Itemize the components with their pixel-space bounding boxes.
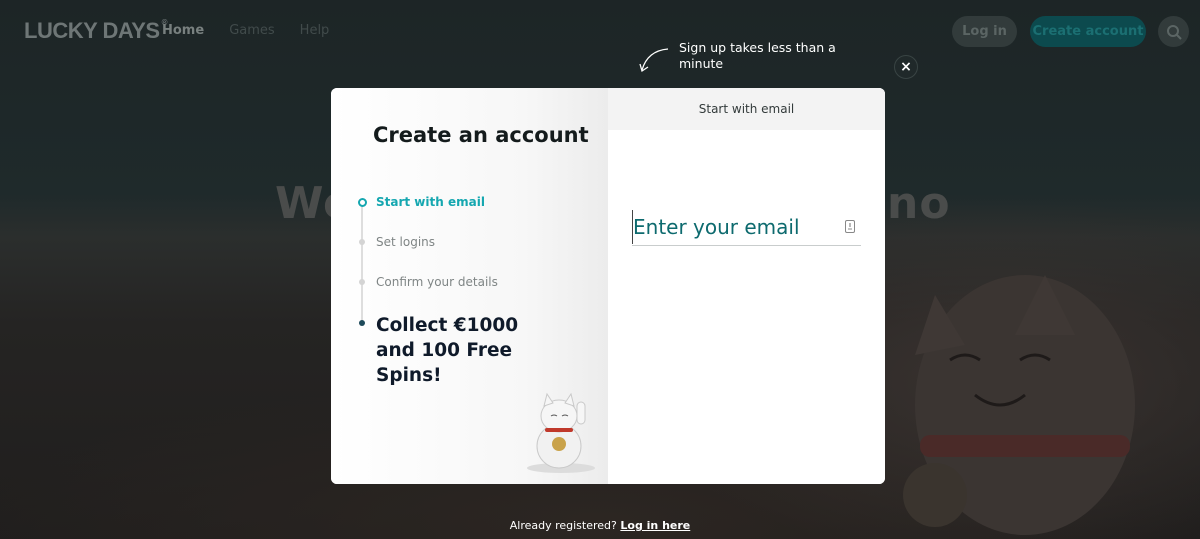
signup-hint: Sign up takes less than a minute xyxy=(679,40,836,71)
close-icon: × xyxy=(900,59,912,75)
signup-modal: Create an account Start with email Set l… xyxy=(331,88,885,484)
reward-text: Collect €1000 and 100 Free Spins! xyxy=(376,315,519,386)
footer-login-prompt: Already registered? Log in here xyxy=(0,519,1200,532)
close-modal-button[interactable]: × xyxy=(894,55,918,79)
create-account-button[interactable]: Create account xyxy=(1030,16,1146,47)
nav-link-home[interactable]: Home xyxy=(162,23,204,38)
brand-logo[interactable]: LUCKY DAYS ® xyxy=(24,18,168,44)
nav-links: Home Games Help xyxy=(162,23,329,38)
step-indicator-final xyxy=(359,320,365,326)
background-headline-right: no xyxy=(887,178,951,229)
search-icon xyxy=(1166,24,1182,40)
step-confirm-details: Confirm your details xyxy=(376,275,498,289)
search-button[interactable] xyxy=(1158,16,1189,47)
step-indicator xyxy=(359,239,365,245)
already-registered-text: Already registered? xyxy=(509,519,617,532)
modal-form-panel: Start with email xyxy=(608,88,885,484)
lucky-cat-figurine xyxy=(527,392,595,473)
email-input[interactable] xyxy=(632,210,837,244)
autofill-icon[interactable] xyxy=(845,220,855,233)
nav-link-games[interactable]: Games xyxy=(229,23,274,38)
modal-steps-panel: Create an account Start with email Set l… xyxy=(331,88,608,484)
curved-arrow-icon xyxy=(639,48,669,73)
top-navbar: LUCKY DAYS ® Home Games Help Log in Creat… xyxy=(0,0,1200,62)
step-set-logins: Set logins xyxy=(376,235,436,249)
steps-connector xyxy=(361,206,363,324)
email-field-wrapper xyxy=(632,210,861,246)
modal-title: Create an account xyxy=(373,123,589,147)
login-here-link[interactable]: Log in here xyxy=(620,519,690,532)
tab-start-with-email[interactable]: Start with email xyxy=(608,88,885,130)
step-indicator xyxy=(359,279,365,285)
step-start-with-email: Start with email xyxy=(376,195,485,209)
lucky-cat-illustration xyxy=(903,275,1135,535)
login-button[interactable]: Log in xyxy=(952,16,1017,47)
step-indicator-active xyxy=(357,198,367,207)
nav-link-help[interactable]: Help xyxy=(300,23,330,38)
